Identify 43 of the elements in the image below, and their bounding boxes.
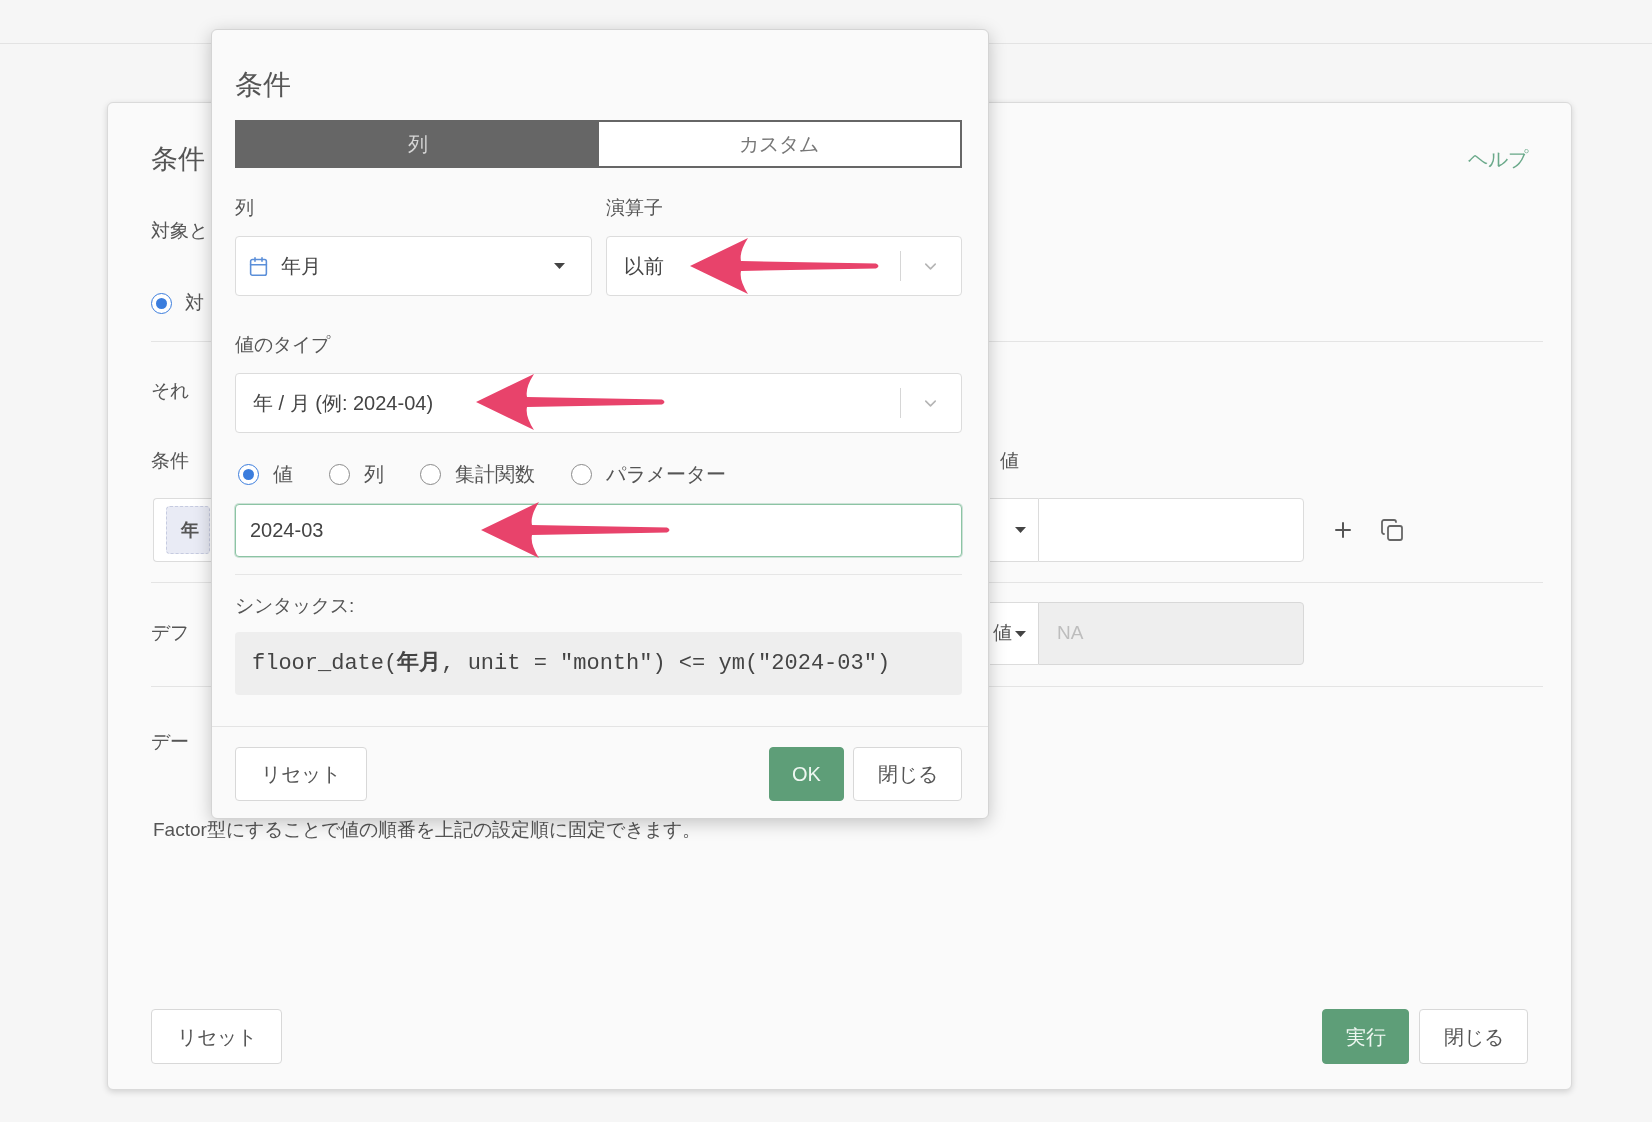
target-label: 対象と bbox=[151, 218, 208, 243]
column-chip: 年 bbox=[166, 506, 210, 554]
caret-icon bbox=[1015, 527, 1026, 533]
copy-icon[interactable] bbox=[1380, 518, 1404, 542]
default-label: デフ bbox=[151, 621, 189, 646]
radio-button[interactable] bbox=[151, 292, 172, 314]
caret-icon bbox=[1015, 630, 1026, 637]
column-select[interactable]: 年 bbox=[153, 498, 211, 562]
dialog-title: 条件 bbox=[235, 68, 291, 102]
value-type-label: 値のタイプ bbox=[235, 332, 330, 357]
value-type-select[interactable]: 年 / 月 (例: 2024-04) bbox=[235, 373, 962, 433]
column-label: 列 bbox=[235, 195, 254, 220]
close-button[interactable]: 閉じる bbox=[853, 747, 962, 801]
type-select[interactable] bbox=[990, 498, 1038, 562]
radio-option[interactable]: 対 bbox=[151, 288, 204, 318]
data-label: デー bbox=[151, 729, 189, 754]
operator-label: 演算子 bbox=[606, 195, 663, 220]
panel-title: 条件 bbox=[151, 142, 205, 176]
tab[interactable]: 列 bbox=[237, 122, 599, 166]
radio-button[interactable] bbox=[420, 463, 441, 485]
value-input[interactable] bbox=[1038, 498, 1304, 562]
radio-option[interactable]: 列 bbox=[329, 459, 384, 489]
syntax-code: floor_date(年月, unit = "month") <= ym("2024-03") bbox=[235, 632, 962, 695]
syntax-label: シンタックス: bbox=[235, 593, 355, 618]
value-label: 値 bbox=[1000, 448, 1019, 473]
tab[interactable]: カスタム bbox=[598, 122, 960, 166]
radio-option[interactable]: パラメーター bbox=[571, 459, 726, 489]
radio-button[interactable] bbox=[238, 463, 259, 485]
each-label: それ bbox=[151, 378, 189, 403]
value-input[interactable]: 2024-03 bbox=[235, 504, 962, 557]
note-text: Factor型にすることで値の順番を上記の設定順に固定できます。 bbox=[153, 817, 701, 842]
condition-label: 条件 bbox=[151, 449, 189, 471]
close-button[interactable]: 閉じる bbox=[1419, 1009, 1528, 1064]
caret-icon bbox=[554, 263, 565, 269]
radio-button[interactable] bbox=[329, 463, 350, 485]
reset-button[interactable]: リセット bbox=[151, 1009, 282, 1064]
radio-option[interactable]: 値 bbox=[238, 459, 293, 489]
radio-option[interactable]: 集計関数 bbox=[420, 459, 535, 489]
reset-button[interactable]: リセット bbox=[235, 747, 367, 801]
column-select[interactable]: 年月 bbox=[235, 236, 592, 296]
default-select[interactable]: 値 bbox=[990, 602, 1038, 665]
calendar-icon bbox=[248, 255, 269, 277]
radio-button[interactable] bbox=[571, 463, 592, 485]
